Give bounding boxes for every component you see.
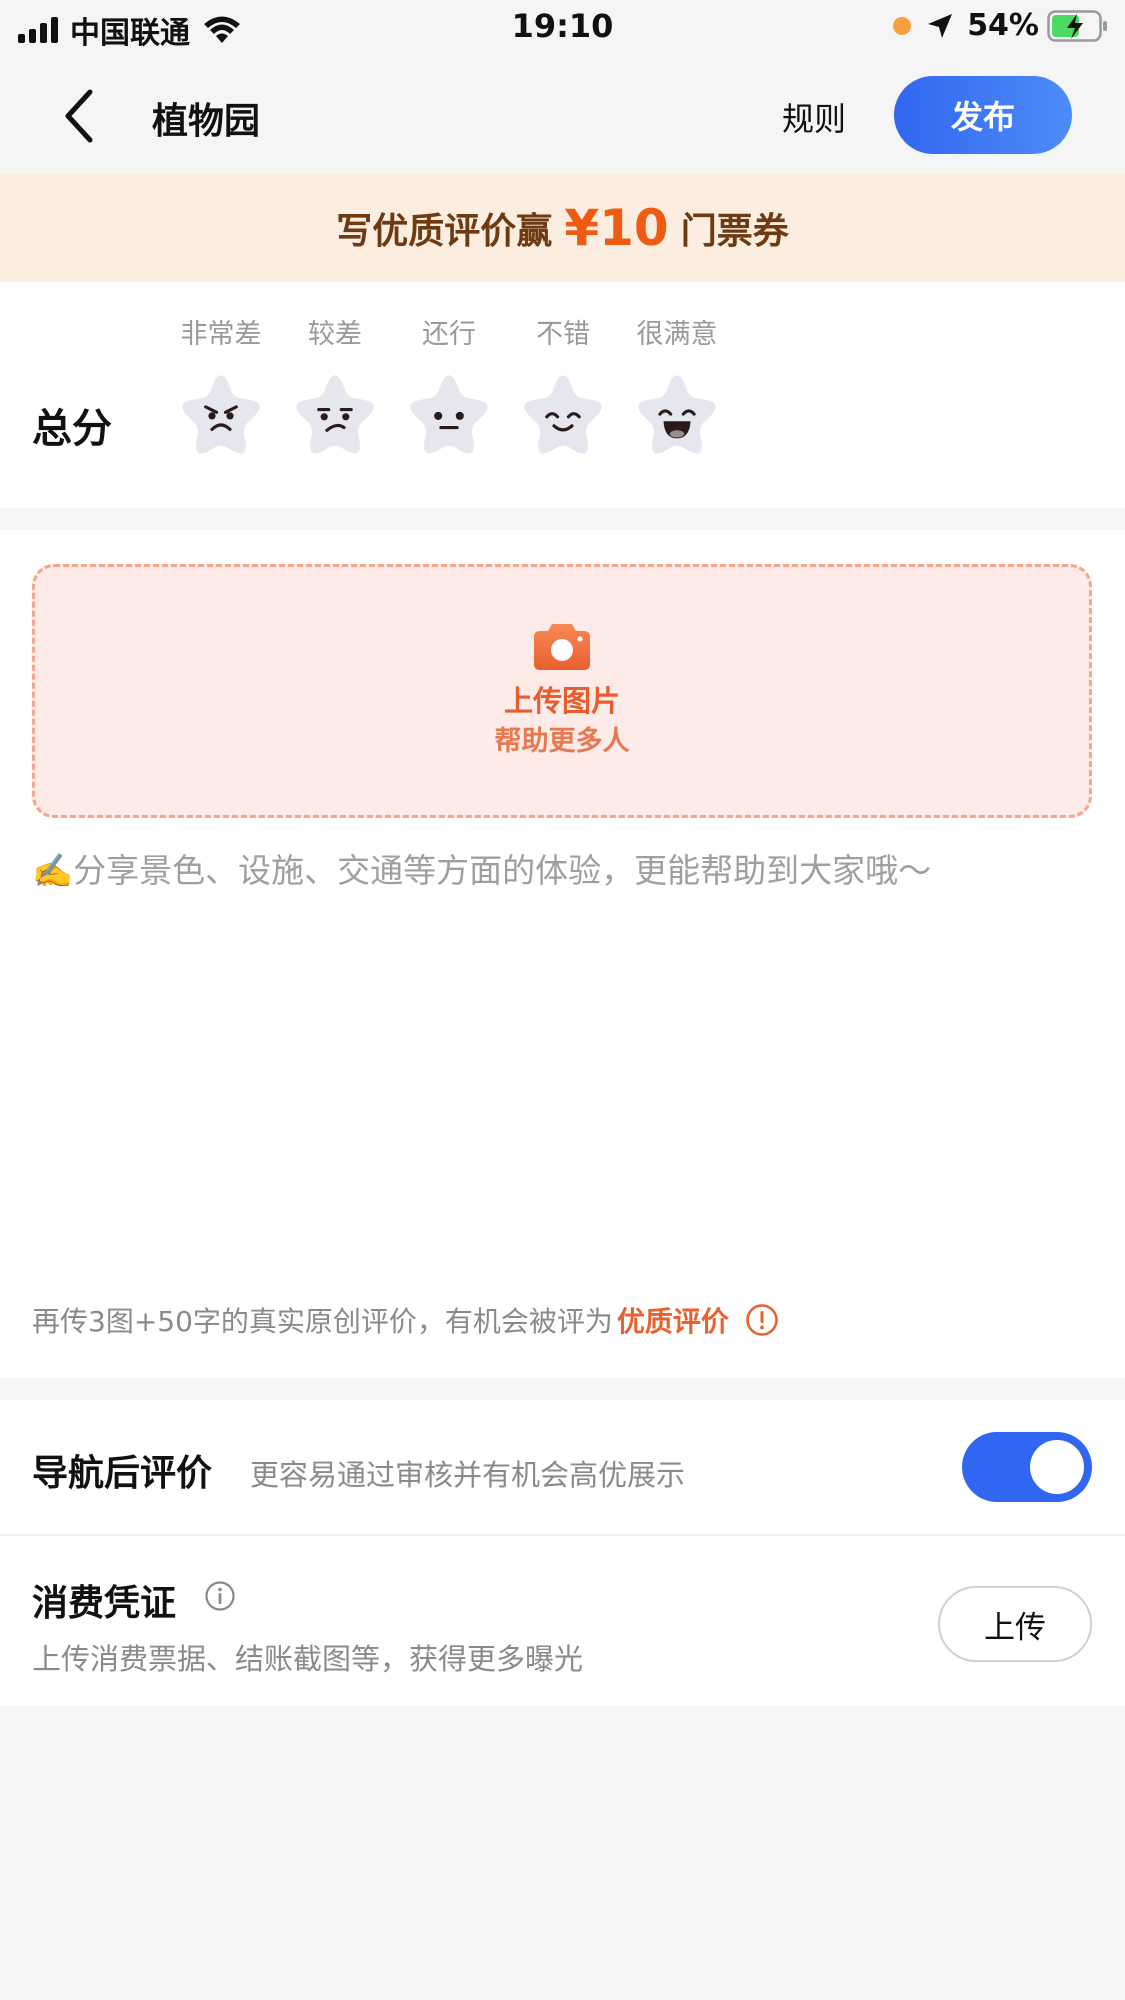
nav-review-toggle[interactable]	[962, 1432, 1092, 1502]
status-right: 54%	[893, 8, 1109, 43]
page-title: 植物园	[152, 101, 261, 142]
voucher-row: 消费凭证 上传消费票据、结账截图等，获得更多曝光 上传	[0, 1536, 1125, 1706]
review-content-card: 上传图片 帮助更多人 再传3图+50字的真实原创评价，有机会被评为 优质评价	[0, 530, 1125, 1378]
promo-banner: 写优质评价赢 ¥10 门票券	[0, 174, 1125, 282]
rating-option-great[interactable]: 很满意	[620, 312, 734, 460]
promo-suffix: 门票券	[680, 211, 789, 252]
nav-bar: 植物园 规则 发布	[0, 58, 1125, 174]
voucher-title: 消费凭证	[32, 1583, 177, 1624]
info-icon[interactable]	[204, 1580, 236, 1612]
battery-charging-icon	[1047, 9, 1107, 42]
star-rating: 非常差 较差 还行 不错 很满意	[164, 312, 734, 460]
laugh-star-icon	[638, 375, 716, 454]
angry-star-icon	[182, 375, 260, 454]
nav-review-title: 导航后评价	[32, 1453, 213, 1494]
exclamation-circle-icon[interactable]	[745, 1303, 779, 1337]
rating-caption: 还行	[422, 319, 476, 350]
publish-button[interactable]: 发布	[894, 76, 1072, 154]
neutral-star-icon	[410, 375, 488, 454]
rating-option-good[interactable]: 不错	[506, 312, 620, 460]
back-arrow-icon[interactable]	[56, 86, 106, 146]
rating-caption: 不错	[536, 319, 590, 350]
rating-caption: 较差	[308, 319, 362, 350]
voucher-desc: 上传消费票据、结账截图等，获得更多曝光	[32, 1642, 584, 1676]
rating-section: 总分 非常差 较差 还行 不错 很满意	[0, 282, 1125, 508]
upload-title: 上传图片	[503, 684, 620, 718]
camera-icon	[534, 624, 590, 670]
toggle-knob	[1030, 1440, 1084, 1494]
quality-tip: 再传3图+50字的真实原创评价，有机会被评为 优质评价	[32, 1300, 779, 1340]
nav-review-desc: 更容易通过审核并有机会高优展示	[250, 1458, 686, 1492]
battery-percent: 54%	[967, 8, 1039, 43]
smile-star-icon	[524, 375, 602, 454]
status-bar: 中国联通 19:10 54%	[0, 0, 1125, 58]
rating-option-very-bad[interactable]: 非常差	[164, 312, 278, 460]
voucher-upload-button[interactable]: 上传	[938, 1586, 1092, 1662]
promo-prefix: 写优质评价赢	[336, 211, 553, 252]
upload-photo-area[interactable]: 上传图片 帮助更多人	[32, 564, 1092, 818]
unhappy-star-icon	[296, 375, 374, 454]
rating-caption: 很满意	[636, 319, 718, 350]
rating-option-bad[interactable]: 较差	[278, 312, 392, 460]
nav-review-row: 导航后评价 更容易通过审核并有机会高优展示	[0, 1400, 1125, 1534]
promo-amount: ¥10	[564, 199, 669, 257]
rules-link[interactable]: 规则	[782, 94, 846, 140]
privacy-indicator-dot	[893, 16, 912, 35]
upload-subtitle: 帮助更多人	[494, 726, 630, 757]
tip-text: 再传3图+50字的真实原创评价，有机会被评为	[32, 1305, 613, 1338]
rating-caption: 非常差	[180, 319, 262, 350]
app-root: 中国联通 19:10 54% 植物园 规则 发布 写优质评价赢 ¥10 门票券 …	[0, 0, 1125, 2000]
score-label: 总分	[32, 406, 112, 452]
review-text-input[interactable]	[32, 848, 1092, 1228]
location-arrow-icon	[928, 13, 953, 38]
quality-review-link[interactable]: 优质评价	[617, 1300, 729, 1340]
rating-option-ok[interactable]: 还行	[392, 312, 506, 460]
